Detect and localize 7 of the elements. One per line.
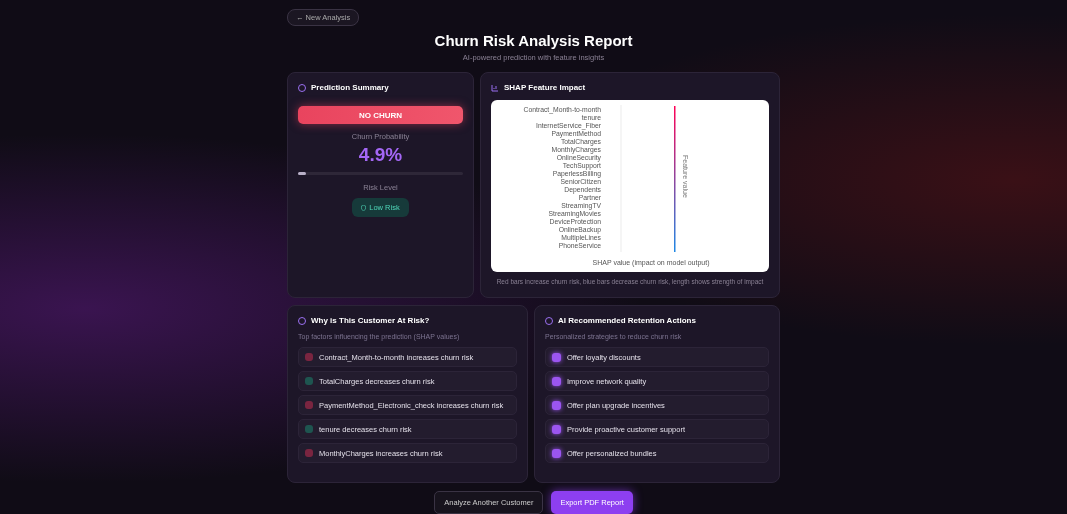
- probability-value: 4.9%: [357, 144, 404, 166]
- card-title: SHAP Feature Impact: [504, 83, 586, 92]
- page-title: Churn Risk Analysis Report: [433, 32, 634, 49]
- card-title: Prediction Summary: [311, 83, 389, 92]
- card-title: Why is This Customer At Risk?: [311, 316, 430, 325]
- verdict-banner: NO CHURN: [298, 106, 463, 124]
- card-title: AI Recommended Retention Actions: [558, 316, 696, 325]
